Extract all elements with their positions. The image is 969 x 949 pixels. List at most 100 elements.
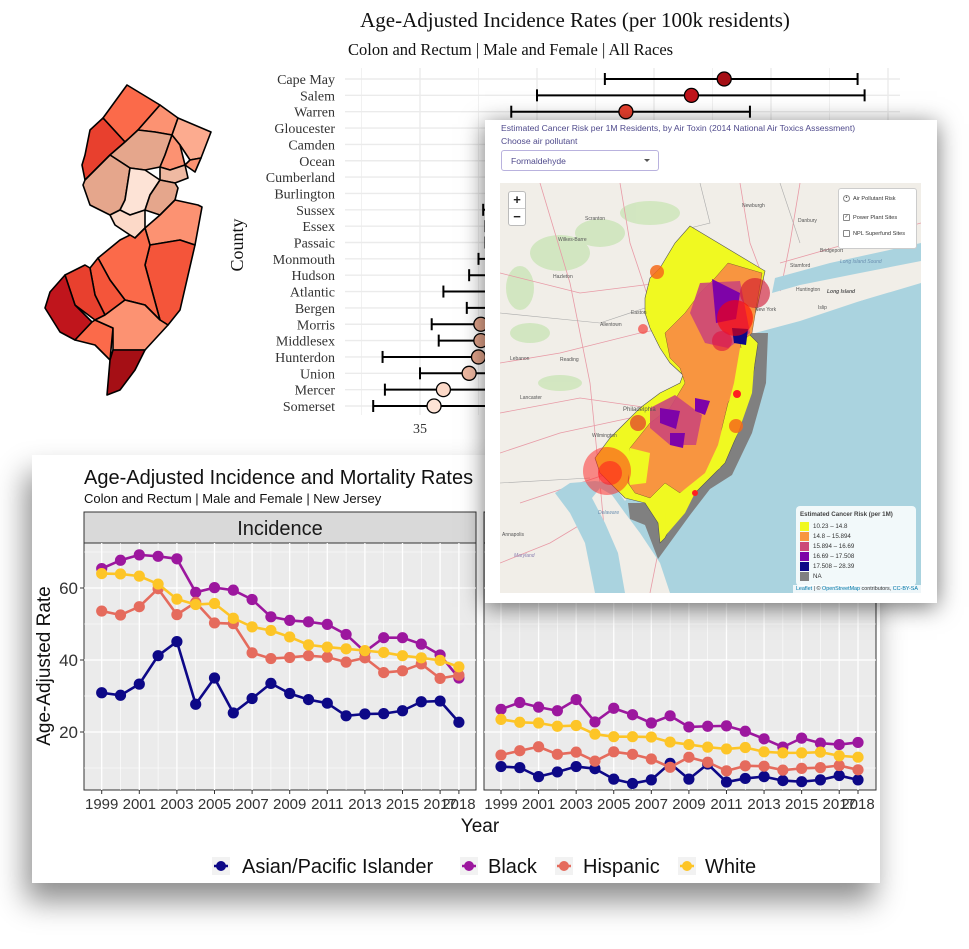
rate-point: [435, 381, 452, 398]
facet-strip-label: Incidence: [237, 518, 323, 540]
data-point: [683, 739, 695, 751]
checkbox-checked-icon[interactable]: ✓: [843, 214, 850, 221]
place-label: Long Island Sound: [840, 259, 882, 265]
data-point: [739, 760, 751, 772]
map-legend-item: NA: [800, 572, 822, 581]
line-chart-title: Age-Adjusted Incidence and Mortality Rat…: [84, 467, 473, 489]
legend-point: [464, 861, 474, 871]
county-row: Warren: [294, 104, 751, 121]
county-label: Salem: [300, 89, 335, 104]
data-point: [514, 762, 526, 774]
data-point: [415, 638, 427, 650]
data-point: [796, 762, 808, 774]
legend-item: Hispanic: [555, 856, 660, 878]
data-point: [852, 764, 864, 776]
data-point: [152, 650, 164, 662]
dot-chart-y-label: County: [227, 218, 247, 271]
legend-label: Asian/Pacific Islander: [242, 856, 434, 878]
county-label: Burlington: [274, 187, 335, 202]
data-point: [833, 769, 845, 782]
data-point: [96, 605, 108, 617]
legend-label: White: [705, 856, 756, 878]
data-point: [739, 741, 751, 754]
data-point: [171, 609, 183, 621]
data-point: [683, 721, 695, 733]
place-label: Lebanon: [510, 356, 530, 362]
data-point: [265, 624, 277, 637]
pollutant-select[interactable]: Formaldehyde: [501, 150, 659, 171]
county-row: Mercer: [295, 381, 508, 399]
place-label: Hazleton: [553, 274, 573, 280]
legend-label: 10.23 – 14.8: [813, 523, 848, 530]
data-point: [133, 549, 145, 561]
radio-selected-icon[interactable]: •: [843, 195, 850, 202]
layer-label: NPL Superfund Sites: [853, 230, 906, 237]
data-point: [396, 632, 409, 644]
data-point: [796, 747, 808, 759]
data-point: [302, 616, 315, 628]
county-label: Sussex: [296, 204, 335, 219]
data-point: [378, 667, 390, 679]
data-point: [133, 601, 145, 613]
legend-swatch: [800, 532, 809, 541]
data-point: [171, 636, 183, 648]
legend-point: [682, 861, 692, 871]
data-point: [208, 582, 221, 594]
y-tick-label: 40: [59, 651, 78, 670]
legend-item: Black: [460, 856, 538, 878]
county-label: Gloucester: [274, 122, 335, 137]
place-label: Danbury: [798, 218, 817, 224]
license-link[interactable]: CC-BY-SA: [893, 586, 918, 592]
data-point: [626, 777, 639, 790]
x-tick-label: 2007: [635, 796, 668, 813]
zoom-out-button[interactable]: −: [509, 209, 525, 225]
data-point: [626, 709, 639, 721]
data-point: [495, 749, 507, 761]
data-point: [833, 750, 845, 762]
data-point: [758, 760, 770, 772]
data-point: [551, 720, 563, 732]
data-point: [777, 775, 789, 787]
data-point: [340, 643, 352, 655]
county-label: Passaic: [294, 237, 335, 252]
data-point: [608, 731, 620, 743]
data-point: [434, 654, 446, 666]
data-point: [190, 598, 202, 611]
zoom-in-button[interactable]: +: [509, 192, 525, 209]
data-point: [645, 731, 657, 743]
x-tick-label: 2018: [841, 796, 874, 813]
county-label: Bergen: [295, 302, 335, 317]
data-point: [758, 733, 770, 745]
place-label: Maryland: [514, 553, 535, 559]
data-point: [739, 772, 751, 785]
data-point: [396, 665, 409, 677]
y-tick-label: 60: [59, 579, 78, 598]
legend-item: White: [678, 856, 756, 878]
place-label: Lancaster: [520, 395, 542, 401]
data-point: [551, 705, 563, 717]
county-label: Cumberland: [266, 171, 335, 186]
county-label: Middlesex: [276, 335, 335, 350]
data-point: [495, 760, 507, 773]
data-point: [246, 647, 258, 659]
leaflet-link[interactable]: Leaflet: [796, 586, 812, 592]
data-point: [814, 762, 827, 774]
layer-air-pollutant-risk[interactable]: • Air Pollutant Risk: [843, 195, 896, 202]
data-point: [758, 746, 770, 758]
osm-link[interactable]: OpenStreetMap: [822, 586, 860, 592]
leaflet-map[interactable]: Newburgh Scranton Wilkes-Barre Danbury B…: [500, 183, 921, 593]
data-point: [645, 753, 657, 765]
layer-npl-superfund-sites[interactable]: NPL Superfund Sites: [843, 230, 905, 237]
place-label: Stamford: [790, 263, 811, 269]
data-point: [852, 774, 864, 786]
place-label: Philadelphia: [623, 407, 656, 413]
layer-power-plant-sites[interactable]: ✓ Power Plant Sites: [843, 214, 897, 221]
data-point: [321, 697, 333, 709]
data-point: [190, 698, 202, 710]
place-label: Easton: [631, 310, 647, 316]
data-point: [208, 617, 221, 629]
data-point: [683, 751, 695, 763]
data-point: [114, 689, 127, 701]
checkbox-unchecked-icon[interactable]: [843, 230, 850, 237]
data-point: [171, 553, 183, 565]
